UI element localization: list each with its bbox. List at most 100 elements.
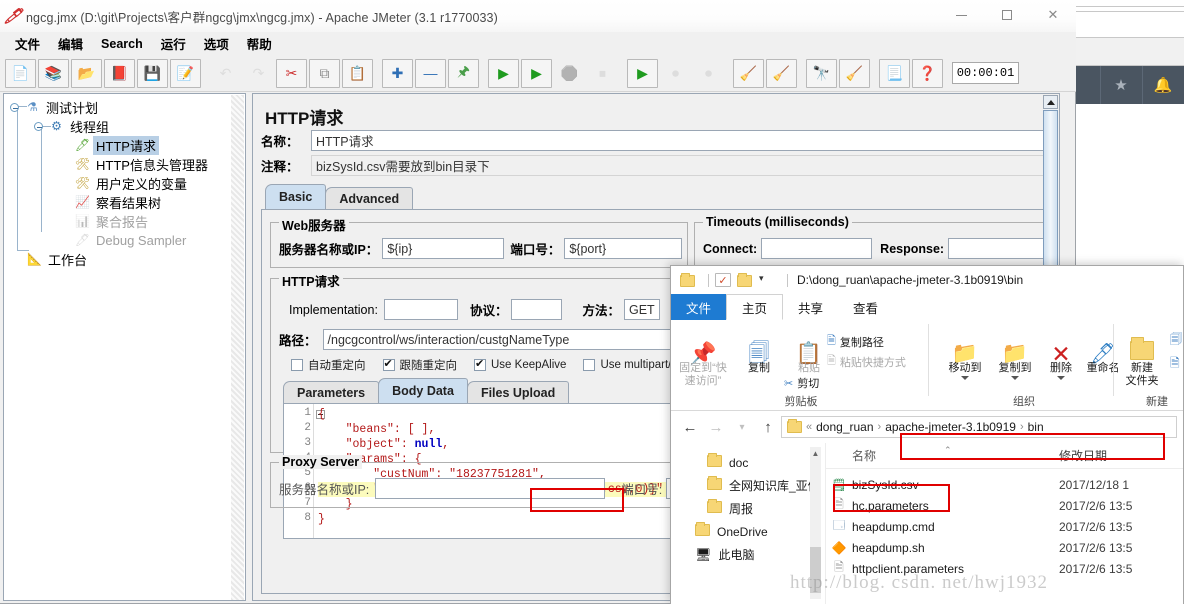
sidebar-item-OneDrive[interactable]: OneDrive (671, 520, 825, 543)
open-button[interactable]: 📂 (71, 58, 102, 88)
properties-icon[interactable]: ✓ (715, 273, 731, 287)
sidebar-scroll-up-icon[interactable]: ▲ (810, 447, 821, 460)
tab-parameters[interactable]: Parameters (283, 381, 380, 403)
help-button[interactable]: ❓ (912, 58, 943, 88)
sidebar-scroll-thumb[interactable] (810, 547, 821, 593)
tree-node-6[interactable]: 📊 聚合报告 (4, 212, 232, 231)
copy-button[interactable]: 🗐 复制 (731, 326, 787, 375)
menu-run[interactable]: 运行 (152, 32, 195, 55)
copy-button[interactable]: ⧉ (309, 58, 340, 88)
explorer-sidebar[interactable]: ▲ doc 全网知识库_亚信 周报 OneDrive 🖥 此电脑 (671, 443, 826, 604)
save-as-button[interactable]: 📝 (170, 58, 201, 88)
sidebar-item-doc[interactable]: doc (671, 451, 825, 474)
menu-edit[interactable]: 编辑 (49, 32, 92, 55)
paste-button[interactable]: 📋 (342, 58, 373, 88)
file-row[interactable]: 🗎 httpclient.parameters 2017/2/6 13:5 (826, 558, 1183, 579)
jmeter-titlebar[interactable]: 🖊 ngcg.jmx (D:\git\Projects\客户群ngcg\jmx\… (0, 0, 1076, 32)
new-button[interactable]: 📄 (5, 58, 36, 88)
collapse-all-button[interactable]: — (415, 58, 446, 88)
sidebar-item-周报[interactable]: 周报 (671, 497, 825, 520)
tree-node-0[interactable]: ⚗ 测试计划 (4, 98, 232, 117)
breadcrumb-item-2[interactable]: bin (1028, 420, 1044, 434)
response-input[interactable] (948, 238, 1059, 259)
new-folder-button[interactable]: 新建 文件夹 (1114, 326, 1170, 387)
tab-file[interactable]: 文件 (671, 294, 727, 320)
maximize-button[interactable] (984, 0, 1030, 30)
forward-icon[interactable]: → (703, 419, 729, 436)
customize-dropdown-icon[interactable]: ▾ (759, 273, 775, 287)
recent-dropdown-icon[interactable]: ▾ (729, 422, 755, 433)
use-multipart-checkbox[interactable] (583, 359, 596, 371)
clear-all-button[interactable]: 🧹 (766, 58, 797, 88)
tree-node-5[interactable]: 📈 察看结果树 (4, 193, 232, 212)
tab-body-data[interactable]: Body Data (378, 378, 468, 403)
tree-expand-handle-icon[interactable] (34, 122, 43, 131)
file-row[interactable]: 🔶 heapdump.sh 2017/2/6 13:5 (826, 537, 1183, 558)
tab-basic[interactable]: Basic (265, 184, 327, 209)
use-keepalive-checkbox[interactable] (474, 357, 486, 371)
templates-button[interactable]: 📚 (38, 58, 69, 88)
tree-scrollbar[interactable] (231, 95, 244, 600)
menu-file[interactable]: 文件 (6, 32, 49, 55)
tree-node-2[interactable]: 🖊 HTTP请求 (4, 136, 232, 155)
tree-node-1[interactable]: ⚙ 线程组 (4, 117, 232, 136)
column-modified[interactable]: 修改日期 (1059, 447, 1183, 464)
pin-to-quick-access-button[interactable]: 📌 固定到“快 速访问” (675, 326, 731, 387)
clear-button[interactable]: 🧹 (733, 58, 764, 88)
protocol-input[interactable] (511, 299, 563, 320)
minimize-button[interactable] (938, 0, 984, 30)
back-icon[interactable]: ← (677, 419, 703, 436)
comment-input[interactable]: bizSysId.csv需要放到bin目录下 (311, 155, 1047, 176)
new-folder-icon[interactable] (737, 273, 753, 287)
tab-home[interactable]: 主页 (726, 294, 784, 320)
menu-options[interactable]: 选项 (195, 32, 238, 55)
expand-all-button[interactable]: ✚ (382, 58, 413, 88)
breadcrumb-item-1[interactable]: apache-jmeter-3.1b0919 (885, 420, 1016, 434)
menu-help[interactable]: 帮助 (238, 32, 281, 55)
tree-node-3[interactable]: 🛠 HTTP信息头管理器 (4, 155, 232, 174)
start-remote-all-button[interactable]: ▶ (627, 58, 658, 88)
server-name-input[interactable]: ${ip} (382, 238, 505, 259)
star-icon[interactable]: ★ (1100, 66, 1141, 104)
connect-input[interactable] (761, 238, 873, 259)
tree-node-4[interactable]: 🛠 用户定义的变量 (4, 174, 232, 193)
move-to-button[interactable]: 📁 移动到 (937, 326, 993, 380)
up-icon[interactable]: ↑ (755, 419, 781, 436)
menu-search[interactable]: Search (92, 35, 152, 53)
port-input[interactable]: ${port} (564, 238, 683, 259)
tab-files-upload[interactable]: Files Upload (466, 381, 570, 403)
proxy-server-input[interactable] (375, 478, 606, 499)
search-button[interactable]: 🔭 (806, 58, 837, 88)
scroll-up-icon[interactable] (1043, 95, 1058, 109)
copy-to-caret-icon[interactable] (1011, 375, 1019, 380)
toggle-button[interactable]: 🖈 (448, 58, 479, 88)
tree-node-7[interactable]: 🖊 Debug Sampler (4, 231, 232, 250)
close-button[interactable]: ✕ (1030, 0, 1076, 30)
file-row[interactable]: 🗒 bizSysId.csv 2017/12/18 1 (826, 474, 1183, 495)
copy-path-button[interactable]: 🗎 复制路径 (827, 332, 884, 351)
function-helper-button[interactable]: 📃 (879, 58, 910, 88)
cut-button[interactable]: ✂ (276, 58, 307, 88)
breadcrumb[interactable]: « dong_ruan › apache-jmeter-3.1b0919 › b… (781, 416, 1177, 438)
file-row[interactable]: 🗔 heapdump.cmd 2017/2/6 13:5 (826, 516, 1183, 537)
new-item-button[interactable]: 🗐 (1170, 330, 1182, 351)
tree-expand-handle-icon[interactable] (10, 103, 19, 112)
sidebar-item-此电脑[interactable]: 🖥 此电脑 (671, 543, 825, 566)
implementation-select[interactable] (383, 299, 458, 320)
start-no-pause-button[interactable]: ▶ (521, 58, 552, 88)
file-row[interactable]: 🗎 hc.parameters 2017/2/6 13:5 (826, 495, 1183, 516)
auto-redirect-checkbox[interactable] (291, 359, 303, 371)
breadcrumb-item-0[interactable]: dong_ruan (816, 420, 873, 434)
explorer-titlebar[interactable]: ✓ ▾ D:\dong_ruan\apache-jmeter-3.1b0919\… (671, 266, 1183, 294)
follow-redirect-checkbox[interactable] (382, 357, 395, 371)
name-input[interactable]: HTTP请求 (311, 130, 1047, 151)
sidebar-scrollbar[interactable]: ▲ (810, 447, 821, 599)
sidebar-item-全网知识库_亚信[interactable]: 全网知识库_亚信 (671, 474, 825, 497)
test-plan-tree[interactable]: ⚗ 测试计划 ⚙ 线程组 🖊 HTTP请求 🛠 HTTP信息头管理器 🛠 用户定义的变量 📈 察看结果… (3, 93, 246, 601)
method-select[interactable]: GET (623, 299, 660, 320)
tab-advanced[interactable]: Advanced (325, 187, 414, 209)
start-button[interactable]: ▶ (488, 58, 519, 88)
save-button[interactable]: 💾 (137, 58, 168, 88)
move-to-caret-icon[interactable] (961, 375, 969, 380)
tree-node-8[interactable]: 📐 工作台 (4, 250, 232, 269)
